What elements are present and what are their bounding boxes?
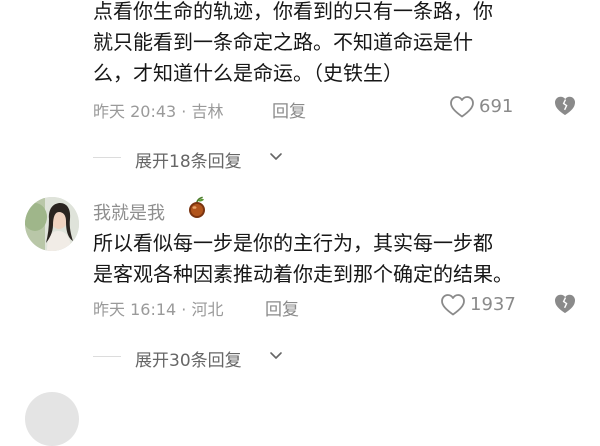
comment-1-text-line-1: 点看你生命的轨迹，你看到的只有一条路，你 [93,0,493,23]
comment-2-like-button[interactable]: 1937 [440,292,550,318]
comment-2-expand-label: 展开30条回复 [135,351,242,371]
expand-divider [93,157,121,158]
avatar[interactable] [25,197,79,251]
next-comment-avatar[interactable] [25,392,79,446]
comment-1-like-count: 691 [479,96,514,117]
expand-divider [93,356,121,357]
comment-1-expand-replies[interactable]: 展开18条回复 [93,146,303,172]
heart-outline-icon [450,96,474,118]
comment-2-text-line-1: 所以看似每一步是你的主行为，其实每一步都 [93,231,493,255]
avatar-image [25,197,79,251]
heart-outline-icon [441,294,465,316]
broken-heart-icon[interactable] [554,95,576,117]
chevron-down-icon [270,153,282,160]
comment-1-text-line-2: 就只能看到一条命定之路。不知道命运是什 [93,30,473,54]
comment-1-time-location: 昨天 20:43 · 吉林 [93,102,224,121]
comment-1-expand-label: 展开18条回复 [135,152,242,172]
comment-1-reply-button[interactable]: 回复 [272,97,306,122]
comment-1-text-line-3: 么，才知道什么是命运。（史铁生） [93,61,403,85]
username[interactable]: 我就是我 [93,199,165,225]
chevron-down-icon [270,352,282,359]
comment-2-time-location: 昨天 16:14 · 河北 [93,300,224,319]
comment-2-expand-replies[interactable]: 展开30条回复 [93,345,303,371]
broken-heart-icon[interactable] [554,293,576,315]
fruit-badge-icon [189,196,205,218]
comment-2-reply-button[interactable]: 回复 [265,295,299,320]
comment-1-like-button[interactable]: 691 [449,94,559,120]
comment-2-text-line-2: 是客观各种因素推动着你走到那个确定的结果。 [93,262,513,286]
comment-2-like-count: 1937 [470,294,516,315]
